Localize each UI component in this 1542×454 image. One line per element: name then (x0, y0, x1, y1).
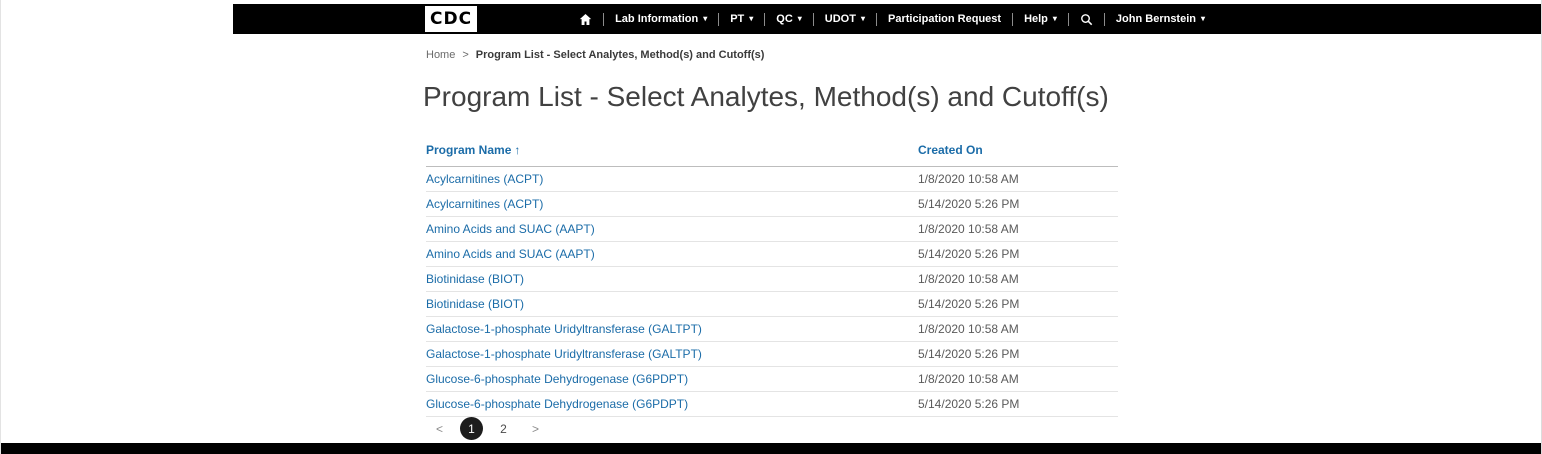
created-on-cell: 1/8/2020 10:58 AM (918, 217, 1118, 242)
column-label: Program Name (426, 143, 511, 157)
caret-down-icon (1053, 15, 1057, 23)
table-row: Glucose-6-phosphate Dehydrogenase (G6PDP… (426, 392, 1118, 417)
caret-down-icon (798, 15, 802, 23)
breadcrumb: Home > Program List - Select Analytes, M… (426, 49, 764, 61)
pagination: < 1 2 > (428, 417, 547, 440)
breadcrumb-current: Program List - Select Analytes, Method(s… (476, 49, 765, 61)
nav-item-participation-request[interactable]: Participation Request (877, 4, 1012, 34)
pagination-page-2[interactable]: 2 (492, 417, 515, 440)
column-label: Created On (918, 143, 983, 157)
created-on-cell: 1/8/2020 10:58 AM (918, 367, 1118, 392)
program-link[interactable]: Galactose-1-phosphate Uridyltransferase … (426, 322, 702, 336)
created-on-cell: 5/14/2020 5:26 PM (918, 392, 1118, 417)
table-row: Galactose-1-phosphate Uridyltransferase … (426, 342, 1118, 367)
table-row: Biotinidase (BIOT) 5/14/2020 5:26 PM (426, 292, 1118, 317)
created-on-cell: 1/8/2020 10:58 AM (918, 317, 1118, 342)
created-on-cell: 1/8/2020 10:58 AM (918, 167, 1118, 192)
caret-down-icon (749, 15, 753, 23)
nav-item-udot[interactable]: UDOT (814, 4, 876, 34)
program-link[interactable]: Galactose-1-phosphate Uridyltransferase … (426, 347, 702, 361)
nav-item-label: UDOT (825, 13, 856, 25)
table-row: Glucose-6-phosphate Dehydrogenase (G6PDP… (426, 367, 1118, 392)
home-link[interactable] (568, 4, 603, 34)
created-on-cell: 5/14/2020 5:26 PM (918, 242, 1118, 267)
nav-item-label: Help (1024, 13, 1048, 25)
program-link[interactable]: Glucose-6-phosphate Dehydrogenase (G6PDP… (426, 372, 688, 386)
nav-item-help[interactable]: Help (1013, 4, 1068, 34)
program-link[interactable]: Acylcarnitines (ACPT) (426, 197, 543, 211)
nav-item-pt[interactable]: PT (719, 4, 764, 34)
footer-bar (1, 443, 1541, 454)
pagination-page-1[interactable]: 1 (460, 417, 483, 440)
program-link[interactable]: Amino Acids and SUAC (AAPT) (426, 247, 595, 261)
pagination-next[interactable]: > (524, 417, 547, 440)
breadcrumb-home-link[interactable]: Home (426, 49, 455, 61)
program-link[interactable]: Glucose-6-phosphate Dehydrogenase (G6PDP… (426, 397, 688, 411)
page-title: Program List - Select Analytes, Method(s… (423, 81, 1109, 113)
nav-item-label: QC (776, 13, 793, 25)
program-link[interactable]: Biotinidase (BIOT) (426, 297, 524, 311)
pagination-prev[interactable]: < (428, 417, 451, 440)
main-nav: Lab Information PT QC UDOT Participation… (568, 4, 1216, 34)
breadcrumb-separator: > (462, 49, 468, 61)
nav-item-lab-information[interactable]: Lab Information (604, 4, 718, 34)
created-on-cell: 1/8/2020 10:58 AM (918, 267, 1118, 292)
column-header-program-name[interactable]: Program Name↑ (426, 139, 918, 167)
created-on-cell: 5/14/2020 5:26 PM (918, 342, 1118, 367)
table-row: Acylcarnitines (ACPT) 1/8/2020 10:58 AM (426, 167, 1118, 192)
nav-item-label: PT (730, 13, 744, 25)
program-link[interactable]: Acylcarnitines (ACPT) (426, 172, 543, 186)
caret-down-icon (1201, 15, 1205, 23)
table-row: Acylcarnitines (ACPT) 5/14/2020 5:26 PM (426, 192, 1118, 217)
user-menu[interactable]: John Bernstein (1105, 4, 1216, 34)
caret-down-icon (861, 15, 865, 23)
app-screen: CDC Lab Information PT QC UDOT (0, 0, 1542, 454)
user-name-label: John Bernstein (1116, 13, 1196, 25)
sort-ascending-icon: ↑ (514, 143, 520, 157)
program-link[interactable]: Amino Acids and SUAC (AAPT) (426, 222, 595, 236)
created-on-cell: 5/14/2020 5:26 PM (918, 192, 1118, 217)
nav-item-label: Participation Request (888, 13, 1001, 25)
program-table: Program Name↑ Created On Acylcarnitines … (426, 139, 1118, 417)
created-on-cell: 5/14/2020 5:26 PM (918, 292, 1118, 317)
cdc-logo[interactable]: CDC (425, 6, 480, 32)
table-row: Amino Acids and SUAC (AAPT) 1/8/2020 10:… (426, 217, 1118, 242)
caret-down-icon (703, 15, 707, 23)
table-row: Galactose-1-phosphate Uridyltransferase … (426, 317, 1118, 342)
table-row: Amino Acids and SUAC (AAPT) 5/14/2020 5:… (426, 242, 1118, 267)
table-header-row: Program Name↑ Created On (426, 139, 1118, 167)
program-link[interactable]: Biotinidase (BIOT) (426, 272, 524, 286)
nav-item-label: Lab Information (615, 13, 698, 25)
home-icon (579, 13, 592, 26)
search-button[interactable] (1069, 4, 1104, 34)
nav-item-qc[interactable]: QC (765, 4, 813, 34)
search-icon (1080, 13, 1093, 26)
column-header-created-on[interactable]: Created On (918, 139, 1118, 167)
table-row: Biotinidase (BIOT) 1/8/2020 10:58 AM (426, 267, 1118, 292)
top-nav: CDC Lab Information PT QC UDOT (233, 4, 1541, 34)
